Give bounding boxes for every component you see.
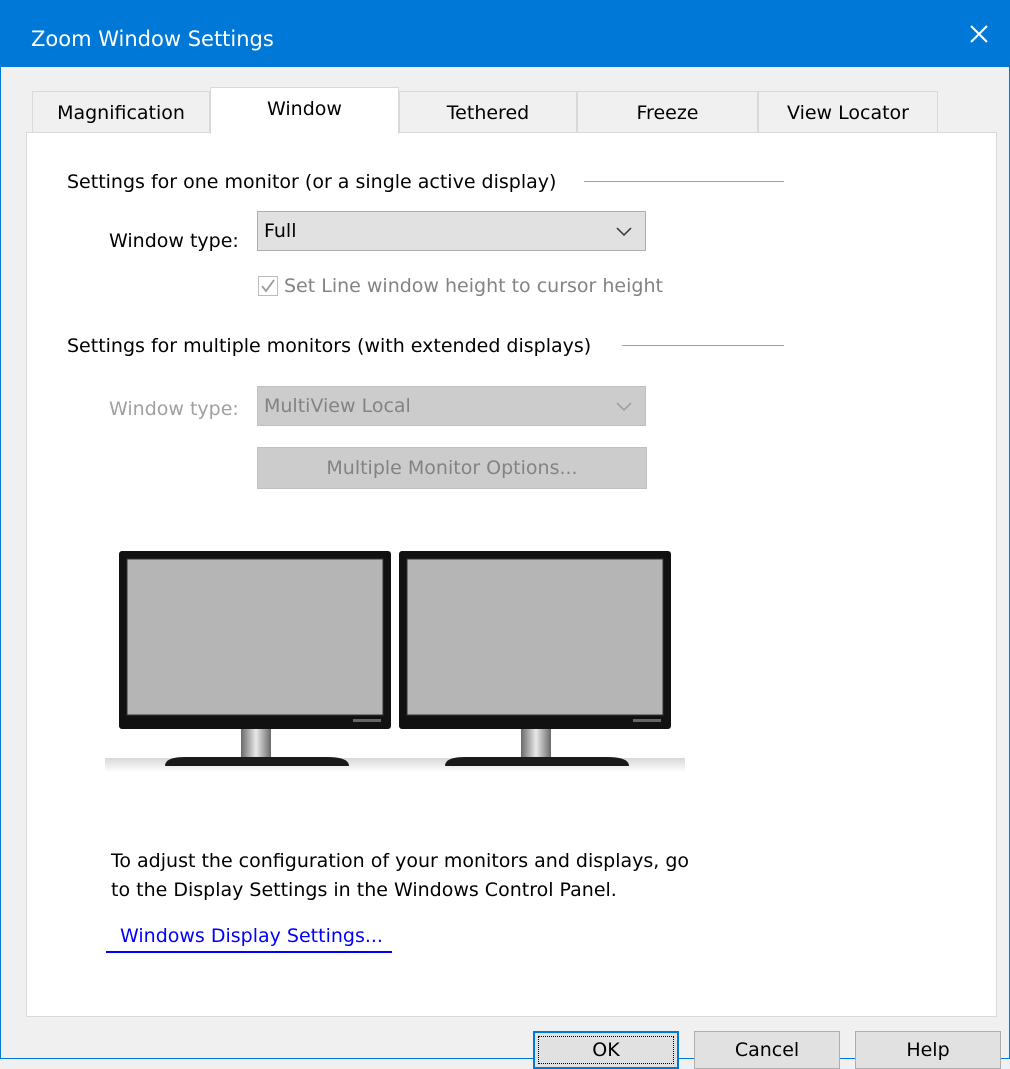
- multi-window-type-label: Window type:: [109, 398, 239, 420]
- window-type-select[interactable]: Full: [257, 211, 646, 251]
- tab-window[interactable]: Window: [210, 87, 399, 134]
- tab-tethered[interactable]: Tethered: [399, 91, 577, 133]
- dual-monitor-illustration: [105, 551, 685, 772]
- help-button[interactable]: Help: [855, 1031, 1001, 1069]
- monitor-left-icon: [119, 551, 391, 766]
- multi-window-type-value: MultiView Local: [264, 395, 411, 417]
- chevron-down-icon: [616, 402, 632, 412]
- single-monitor-divider: [584, 181, 784, 182]
- focus-rect: [538, 1036, 674, 1064]
- chevron-down-icon: [616, 227, 632, 237]
- tab-panel-window: Settings for one monitor (or a single ac…: [26, 132, 997, 1017]
- window-title: Zoom Window Settings: [31, 27, 274, 51]
- monitor-right-icon: [399, 551, 671, 766]
- multiple-monitor-options-label: Multiple Monitor Options...: [326, 457, 578, 479]
- close-icon: [970, 25, 988, 43]
- tab-freeze[interactable]: Freeze: [577, 91, 758, 133]
- info-line-1: To adjust the configuration of your moni…: [111, 850, 690, 872]
- tab-label: Magnification: [57, 101, 185, 124]
- multi-monitor-divider: [622, 345, 784, 346]
- line-height-checkbox-row[interactable]: Set Line window height to cursor height: [258, 275, 663, 297]
- single-monitor-heading: Settings for one monitor (or a single ac…: [67, 171, 557, 193]
- tab-magnification[interactable]: Magnification: [32, 91, 210, 133]
- help-label: Help: [906, 1039, 950, 1061]
- windows-display-settings-link[interactable]: Windows Display Settings...: [120, 925, 383, 947]
- tab-label: Tethered: [446, 101, 530, 124]
- title-bar: Zoom Window Settings: [1, 1, 1009, 67]
- checkmark-icon: [261, 279, 275, 293]
- multi-monitor-heading: Settings for multiple monitors (with ext…: [67, 335, 592, 357]
- ok-button[interactable]: OK: [533, 1031, 679, 1069]
- zoom-window-settings-dialog: Zoom Window Settings Magnification Windo…: [0, 0, 1010, 1069]
- close-button[interactable]: [949, 1, 1009, 67]
- link-underline: [106, 951, 392, 953]
- multi-window-type-select[interactable]: MultiView Local: [257, 386, 646, 426]
- tab-label: Window: [267, 98, 342, 120]
- info-line-2: to the Display Settings in the Windows C…: [111, 879, 617, 901]
- tab-label: View Locator: [787, 101, 909, 124]
- window-type-value: Full: [264, 220, 297, 242]
- cancel-label: Cancel: [734, 1039, 800, 1061]
- window-type-label: Window type:: [109, 230, 239, 252]
- tab-view-locator[interactable]: View Locator: [758, 91, 938, 133]
- tab-label: Freeze: [636, 101, 699, 124]
- multiple-monitor-options-button[interactable]: Multiple Monitor Options...: [257, 447, 647, 489]
- line-height-checkbox-label: Set Line window height to cursor height: [284, 275, 663, 297]
- cancel-button[interactable]: Cancel: [694, 1031, 840, 1069]
- line-height-checkbox[interactable]: [258, 276, 278, 296]
